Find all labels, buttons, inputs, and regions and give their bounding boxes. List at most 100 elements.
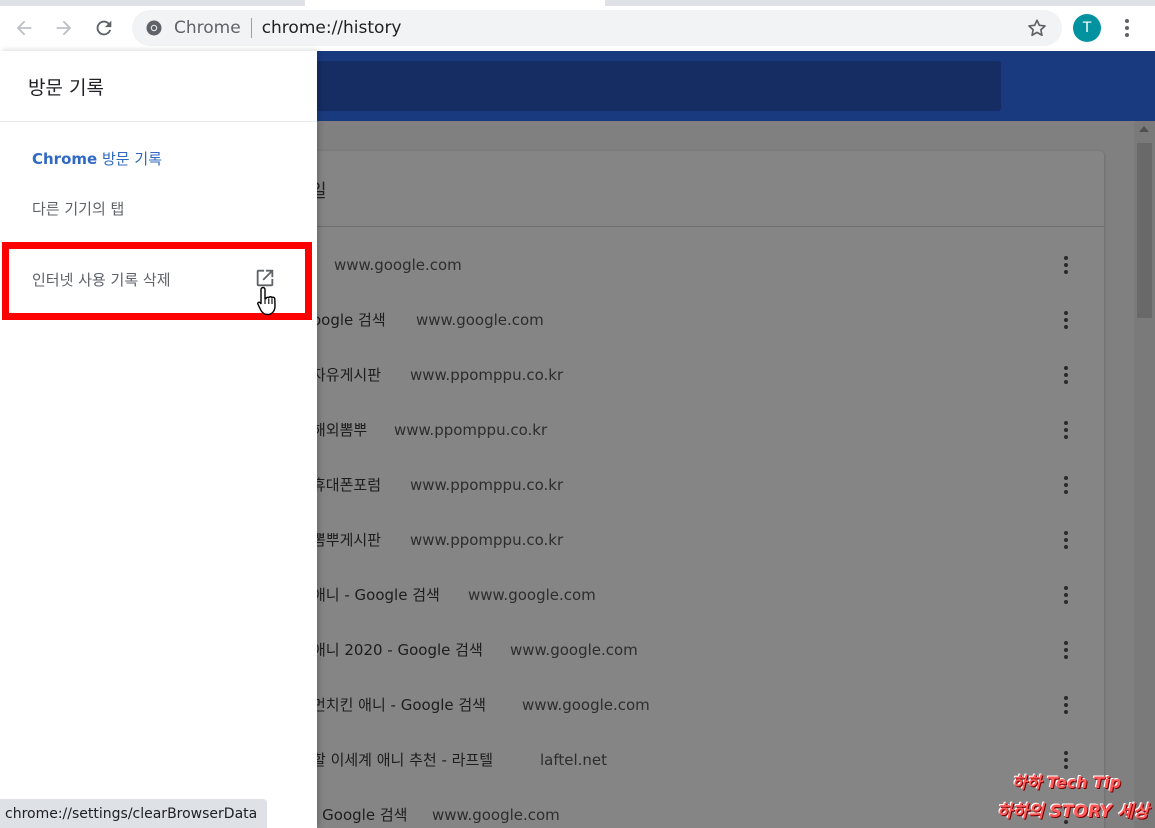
- history-row-title[interactable]: oogle 검색: [312, 309, 386, 330]
- menu-dot-icon: [1125, 33, 1129, 37]
- more-dot-icon: [1064, 537, 1068, 542]
- menu-dot-icon: [1125, 26, 1129, 30]
- watermark: 하하 Tech Tip 하하의 STORY 세상: [997, 769, 1149, 822]
- history-row-domain: laftel.net: [540, 750, 608, 769]
- more-dot-icon: [1064, 489, 1068, 494]
- scroll-up-arrow-icon[interactable]: [1139, 126, 1149, 132]
- history-row-title[interactable]: 해외뽐뿌: [312, 419, 367, 440]
- drawer-title: 방문 기록: [28, 77, 104, 99]
- more-dot-icon: [1064, 592, 1068, 597]
- row-more-button[interactable]: [1060, 748, 1072, 772]
- history-row[interactable]: 할 이세계 애니 추천 - 라프텔 laftel.net: [290, 732, 1104, 787]
- history-search-field[interactable]: [316, 61, 1001, 111]
- menu-dot-icon: [1125, 19, 1129, 23]
- more-dot-icon: [1064, 482, 1068, 487]
- history-row[interactable]: 자유게시판 www.ppomppu.co.kr: [290, 347, 1104, 402]
- profile-avatar[interactable]: T: [1073, 14, 1101, 42]
- status-bubble: chrome://settings/clearBrowserData: [0, 799, 268, 828]
- more-dot-icon: [1064, 647, 1068, 652]
- history-row[interactable]: 애니 2020 - Google 검색 www.google.com: [290, 622, 1104, 677]
- history-row[interactable]: 애니 - Google 검색 www.google.com: [290, 567, 1104, 622]
- history-row-domain: www.ppomppu.co.kr: [410, 475, 564, 494]
- history-row-domain: www.google.com: [468, 585, 596, 604]
- more-dot-icon: [1064, 269, 1068, 274]
- more-dot-icon: [1064, 530, 1068, 535]
- more-dot-icon: [1064, 324, 1068, 329]
- reload-icon: [96, 20, 112, 36]
- more-dot-icon: [1064, 695, 1068, 700]
- page-scrollbar[interactable]: [1134, 121, 1155, 828]
- history-row[interactable]: 휴대폰포럼 www.ppomppu.co.kr: [290, 457, 1104, 512]
- forward-button[interactable]: [44, 8, 84, 48]
- row-more-button[interactable]: [1060, 693, 1072, 717]
- url-text[interactable]: chrome://history: [262, 18, 402, 38]
- watermark-line-1: 하하 Tech Tip: [1011, 773, 1121, 792]
- more-dot-icon: [1064, 427, 1068, 432]
- more-dot-icon: [1064, 654, 1068, 659]
- history-row-title[interactable]: 먼치킨 애니 - Google 검색: [312, 694, 486, 715]
- hand-cursor-icon: [257, 286, 276, 316]
- history-row-domain: www.google.com: [522, 695, 650, 714]
- more-dot-icon: [1064, 709, 1068, 714]
- address-bar[interactable]: Chrome chrome://history: [132, 10, 1062, 46]
- history-row-title[interactable]: 뽐뿌게시판: [312, 529, 381, 550]
- history-row-title[interactable]: - Google 검색: [312, 804, 407, 825]
- history-card: 일 www.google.com oogle 검색 www.google.com 자유…: [290, 151, 1104, 828]
- drawer-item-label-bold: Chrome: [32, 150, 98, 168]
- history-row-domain: www.google.com: [334, 255, 462, 274]
- back-button[interactable]: [4, 8, 44, 48]
- more-dot-icon: [1064, 434, 1068, 439]
- more-dot-icon: [1064, 640, 1068, 645]
- history-row-title[interactable]: 자유게시판: [312, 364, 381, 385]
- row-more-button[interactable]: [1060, 473, 1072, 497]
- more-dot-icon: [1064, 255, 1068, 260]
- row-more-button[interactable]: [1060, 583, 1072, 607]
- site-label: Chrome: [174, 18, 241, 38]
- history-drawer: 방문 기록 Chrome 방문 기록 다른 기기의 탭 인터넷 사용 기록 삭제: [0, 51, 317, 828]
- drawer-item-chrome-history[interactable]: Chrome 방문 기록: [32, 148, 162, 169]
- row-more-button[interactable]: [1060, 638, 1072, 662]
- row-more-button[interactable]: [1060, 528, 1072, 552]
- history-row-title[interactable]: 할 이세계 애니 추천 - 라프텔: [312, 749, 493, 770]
- history-row-domain: www.ppomppu.co.kr: [394, 420, 548, 439]
- more-dot-icon: [1064, 475, 1068, 480]
- history-row[interactable]: oogle 검색 www.google.com: [290, 292, 1104, 347]
- forward-arrow-icon: [56, 20, 72, 36]
- row-more-button[interactable]: [1060, 418, 1072, 442]
- back-arrow-icon: [16, 20, 32, 36]
- watermark-line-2: 하하의 STORY 세상: [996, 802, 1149, 822]
- history-row[interactable]: 뽐뿌게시판 www.ppomppu.co.kr: [290, 512, 1104, 567]
- more-dot-icon: [1064, 379, 1068, 384]
- more-dot-icon: [1064, 317, 1068, 322]
- history-row-title[interactable]: 휴대폰포럼: [312, 474, 381, 495]
- more-dot-icon: [1064, 764, 1068, 769]
- history-row[interactable]: www.google.com: [290, 237, 1104, 292]
- reload-button[interactable]: [84, 8, 124, 48]
- history-row[interactable]: 먼치킨 애니 - Google 검색 www.google.com: [290, 677, 1104, 732]
- bookmark-star-icon[interactable]: [1026, 17, 1048, 39]
- browser-toolbar: Chrome chrome://history T: [0, 6, 1155, 51]
- history-row-title[interactable]: 애니 - Google 검색: [312, 584, 440, 605]
- row-more-button[interactable]: [1060, 363, 1072, 387]
- row-more-button[interactable]: [1060, 253, 1072, 277]
- drawer-divider: [0, 121, 317, 122]
- history-row-domain: www.ppomppu.co.kr: [410, 365, 564, 384]
- more-dot-icon: [1064, 585, 1068, 590]
- more-dot-icon: [1064, 544, 1068, 549]
- more-dot-icon: [1064, 262, 1068, 267]
- history-row[interactable]: - Google 검색 www.google.com: [290, 787, 1104, 828]
- history-row-domain: www.google.com: [510, 640, 638, 659]
- chrome-menu-button[interactable]: [1117, 14, 1137, 42]
- history-row-title[interactable]: 애니 2020 - Google 검색: [312, 639, 483, 660]
- row-more-button[interactable]: [1060, 308, 1072, 332]
- more-dot-icon: [1064, 372, 1068, 377]
- chrome-logo-icon: [146, 20, 162, 36]
- history-row[interactable]: 해외뽐뿌 www.ppomppu.co.kr: [290, 402, 1104, 457]
- drawer-item-other-devices[interactable]: 다른 기기의 탭: [32, 198, 124, 219]
- more-dot-icon: [1064, 702, 1068, 707]
- scroll-thumb[interactable]: [1137, 143, 1152, 318]
- drawer-item-label: 방문 기록: [97, 150, 162, 168]
- history-row-domain: www.google.com: [416, 310, 544, 329]
- more-dot-icon: [1064, 599, 1068, 604]
- more-dot-icon: [1064, 757, 1068, 762]
